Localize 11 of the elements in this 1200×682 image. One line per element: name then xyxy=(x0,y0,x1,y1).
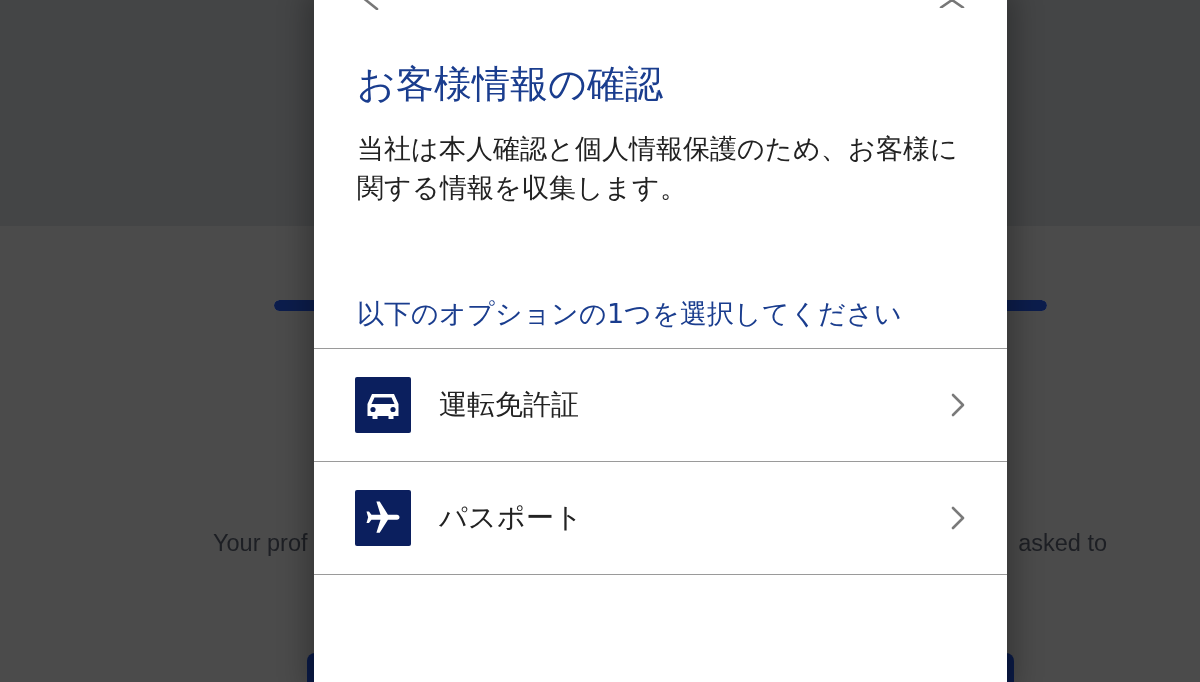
car-icon xyxy=(355,377,411,433)
option-row[interactable]: パスポート xyxy=(314,462,1007,575)
airplane-icon xyxy=(355,490,411,546)
back-icon[interactable] xyxy=(363,0,379,10)
option-row[interactable]: 運転免許証 xyxy=(314,349,1007,462)
chevron-right-icon xyxy=(950,393,966,417)
dialog-title: お客様情報の確認 xyxy=(357,61,663,107)
dialog-description: 当社は本人確認と個人情報保護のため、お客様に関する情報を収集します。 xyxy=(357,132,959,205)
option-prompt: 以下のオプションの1つを選択してください xyxy=(357,297,903,331)
close-icon[interactable] xyxy=(939,0,965,8)
chevron-right-icon xyxy=(950,506,966,530)
